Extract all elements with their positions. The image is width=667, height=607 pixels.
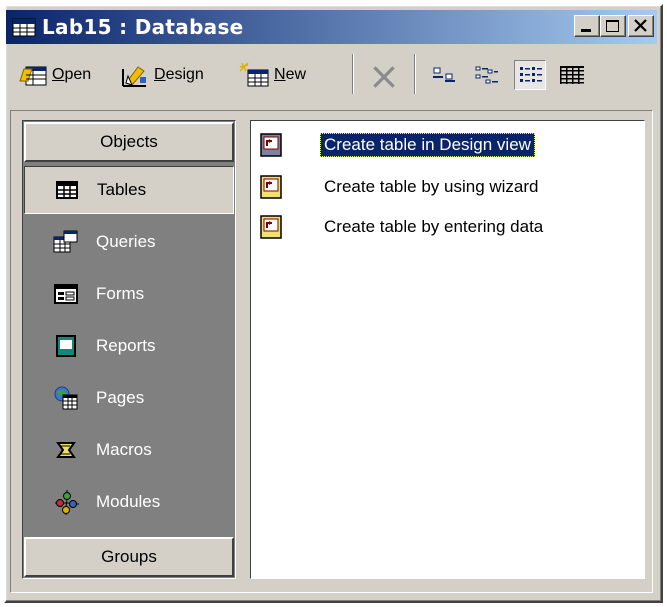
objects-header-button[interactable]: Objects <box>24 122 234 162</box>
object-item-label: Tables <box>97 180 147 199</box>
shortcut-icon <box>260 215 282 239</box>
object-item-reports[interactable]: Reports <box>24 322 234 370</box>
tables-icon <box>51 174 83 206</box>
delete-icon[interactable] <box>368 62 400 92</box>
close-icon <box>634 19 647 32</box>
macros-icon <box>50 434 82 466</box>
new-button[interactable]: New <box>238 58 306 92</box>
design-label: esign <box>165 66 204 83</box>
object-item-tables[interactable]: Tables <box>24 166 234 214</box>
minimize-button[interactable] <box>574 15 600 37</box>
object-item-label: Macros <box>96 440 152 459</box>
object-item-label: Reports <box>96 336 156 355</box>
design-mnemonic: D <box>154 66 166 83</box>
object-item-label: Pages <box>96 388 145 407</box>
list-view-button[interactable] <box>514 60 546 90</box>
groups-label: Groups <box>101 547 157 566</box>
list-icon <box>520 67 542 82</box>
list-item-label: Create table in Design view <box>320 133 535 157</box>
object-item-modules[interactable]: Modules <box>24 478 234 526</box>
new-icon <box>239 62 269 87</box>
shortcut-icon <box>260 175 282 199</box>
queries-icon <box>50 226 82 258</box>
open-icon <box>19 66 47 86</box>
details-icon[interactable] <box>556 60 588 90</box>
reports-icon <box>50 330 82 362</box>
database-icon <box>12 18 36 37</box>
objects-header-label: Objects <box>100 132 158 151</box>
object-item-forms[interactable]: Forms <box>24 270 234 318</box>
open-mnemonic: O <box>52 66 65 83</box>
list-item-label: Create table by using wizard <box>324 177 539 196</box>
toolbar: Open Design New <box>10 46 655 108</box>
large-icons-icon[interactable] <box>428 60 460 90</box>
object-item-label: Modules <box>96 492 161 511</box>
design-icon <box>122 66 146 87</box>
open-label: pen <box>64 66 92 83</box>
maximize-button[interactable] <box>600 15 626 37</box>
list-item-label: Create table by entering data <box>324 217 544 236</box>
object-item-label: Queries <box>96 232 156 251</box>
design-button[interactable]: Design <box>120 58 204 92</box>
toolbar-separator <box>414 54 416 94</box>
object-item-queries[interactable]: Queries <box>24 218 234 266</box>
new-mnemonic: N <box>274 66 286 83</box>
minimize-icon <box>581 29 591 32</box>
list-item-design-view[interactable]: Create table in Design view <box>258 130 535 160</box>
object-item-label: Forms <box>96 284 145 303</box>
groups-button[interactable]: Groups <box>24 537 234 577</box>
window-title: Lab15 : Database <box>42 15 244 39</box>
close-button[interactable] <box>628 15 654 37</box>
pages-icon <box>50 382 82 414</box>
forms-icon <box>50 278 82 310</box>
object-item-pages[interactable]: Pages <box>24 374 234 422</box>
shortcut-icon <box>260 133 282 157</box>
modules-icon <box>50 486 82 518</box>
title-bar[interactable]: Lab15 : Database <box>6 10 657 44</box>
small-icons-icon[interactable] <box>470 60 502 90</box>
object-item-macros[interactable]: Macros <box>24 426 234 474</box>
list-item-enter-data[interactable]: Create table by entering data <box>258 212 547 242</box>
maximize-icon <box>606 20 619 32</box>
toolbar-separator <box>352 54 354 94</box>
open-button[interactable]: Open <box>18 58 91 92</box>
list-item-wizard[interactable]: Create table by using wizard <box>258 172 543 202</box>
new-label: ew <box>285 66 307 83</box>
